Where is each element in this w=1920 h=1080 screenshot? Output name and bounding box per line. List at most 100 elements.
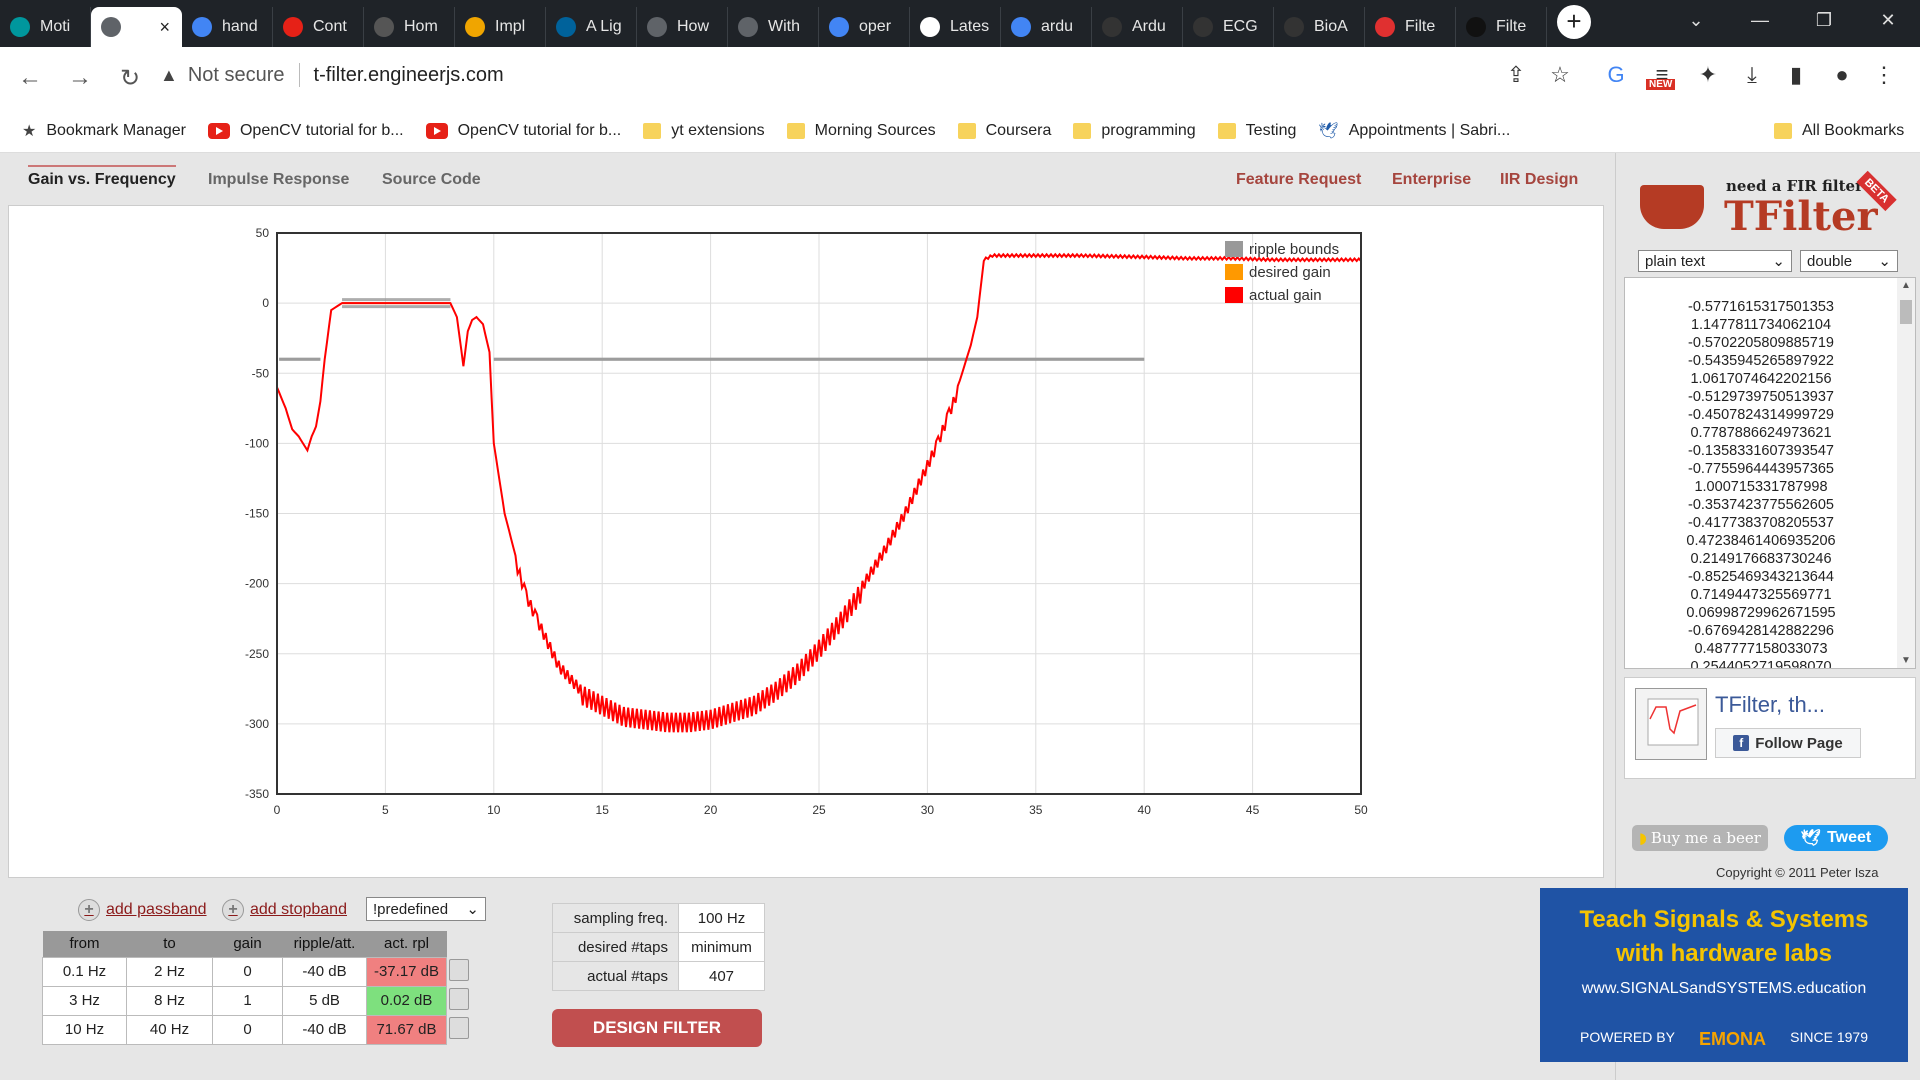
ad-headline-line1: Teach Signals & Systems <box>1579 906 1869 933</box>
tab-gain-vs-frequency[interactable]: Gain vs. Frequency <box>28 165 176 189</box>
band-cell-from[interactable]: 10 Hz <box>42 1014 127 1045</box>
coefficient-value: 0.7787886624973621 <box>1690 425 1832 441</box>
scroll-thumb[interactable] <box>1900 300 1912 324</box>
output-format-select[interactable]: plain text ⌄ <box>1638 250 1792 272</box>
tab-source-code[interactable]: Source Code <box>382 171 481 189</box>
tab-favicon-icon <box>283 17 303 37</box>
coefficient-value: -0.7755964443957365 <box>1688 461 1834 477</box>
facebook-page-title[interactable]: TFilter, th... <box>1715 692 1825 718</box>
design-filter-button[interactable]: DESIGN FILTER <box>552 1009 762 1047</box>
scroll-up-icon[interactable]: ▲ <box>1901 280 1911 291</box>
add-passband-link[interactable]: + add passband <box>78 899 207 921</box>
band-cell-gain[interactable]: 0 <box>212 956 283 987</box>
band-cell-to[interactable]: 40 Hz <box>126 1014 213 1045</box>
signals-systems-ad[interactable]: Teach Signals & Systems with hardware la… <box>1540 888 1908 1062</box>
tab-search-icon[interactable]: ⌄ <box>1664 0 1728 40</box>
download-icon[interactable]: ⤓ <box>1734 57 1770 93</box>
band-cell-from[interactable]: 0.1 Hz <box>42 956 127 987</box>
param-row: sampling freq. 100 Hz <box>552 903 765 933</box>
bookmark-item[interactable]: OpenCV tutorial for b... <box>207 122 404 140</box>
predefined-select[interactable]: !predefined ⌄ <box>366 897 486 921</box>
bookmark-label: yt extensions <box>671 121 765 139</box>
browser-tab[interactable]: BioA <box>1274 7 1365 47</box>
menu-kebab-icon[interactable]: ⋮ <box>1866 57 1902 93</box>
bookmark-item[interactable]: Testing <box>1217 122 1296 140</box>
ad-headline-line2: with hardware labs <box>1615 940 1833 967</box>
trash-icon[interactable] <box>448 958 469 981</box>
band-cell-gain[interactable]: 1 <box>212 985 283 1016</box>
browser-tab[interactable]: ardu <box>1001 7 1092 47</box>
browser-tab[interactable]: With <box>728 7 819 47</box>
close-window-icon[interactable]: ✕ <box>1856 0 1920 40</box>
side-panel-icon[interactable]: ▮ <box>1778 57 1814 93</box>
browser-tab[interactable]: Lates <box>910 7 1001 47</box>
profile-avatar[interactable]: ● <box>1824 57 1860 93</box>
add-stopband-link[interactable]: + add stopband <box>222 899 347 921</box>
beer-icon: ◗ <box>1639 829 1647 847</box>
folder-icon <box>957 122 976 139</box>
tweet-button[interactable]: 🕊 Tweet <box>1784 825 1888 851</box>
reload-icon[interactable]: ↻ <box>110 58 150 98</box>
translate-extension-icon[interactable]: G <box>1598 57 1634 93</box>
share-icon[interactable]: ⇪ <box>1498 57 1534 93</box>
follow-label: Follow Page <box>1755 734 1843 752</box>
browser-tab[interactable]: ECG <box>1183 7 1274 47</box>
address-bar[interactable]: ▲ Not secure t-filter.engineerjs.com <box>160 53 1560 97</box>
band-cell-ripple[interactable]: -40 dB <box>282 956 367 987</box>
tab-title: oper <box>859 18 892 35</box>
coefficients-textarea[interactable]: -0.5771615317501353 1.1477811734062104 -0.… <box>1624 277 1916 669</box>
browser-tab[interactable]: Impl <box>455 7 546 47</box>
bookmark-item[interactable]: programming <box>1073 122 1196 140</box>
back-icon[interactable]: ← <box>10 58 50 98</box>
enterprise-link[interactable]: Enterprise <box>1392 171 1471 189</box>
band-cell-ripple[interactable]: -40 dB <box>282 1014 367 1045</box>
coefficients-scrollbar[interactable]: ▲ ▼ <box>1897 278 1915 668</box>
tfilter-logo[interactable]: need a FIR filter? TFilter BETA <box>1636 165 1901 240</box>
band-cell-to[interactable]: 2 Hz <box>126 956 213 987</box>
maximize-icon[interactable]: ❐ <box>1792 0 1856 40</box>
band-cell-gain[interactable]: 0 <box>212 1014 283 1045</box>
extensions-puzzle-icon[interactable]: ✦ <box>1690 57 1726 93</box>
follow-page-button[interactable]: f Follow Page <box>1715 728 1861 758</box>
page-thumbnail[interactable] <box>1635 688 1707 760</box>
band-cell-to[interactable]: 8 Hz <box>126 985 213 1016</box>
scroll-down-icon[interactable]: ▼ <box>1901 655 1911 666</box>
band-cell-ripple[interactable]: 5 dB <box>282 985 367 1016</box>
tab-impulse-response[interactable]: Impulse Response <box>208 171 349 189</box>
browser-tab[interactable]: Filte <box>1456 7 1547 47</box>
all-bookmarks[interactable]: All Bookmarks <box>1774 122 1904 140</box>
bookmark-item[interactable]: 🕊 Appointments | Sabri... <box>1318 121 1510 141</box>
browser-tab[interactable]: How <box>637 7 728 47</box>
param-value-field[interactable]: 100 Hz <box>678 903 765 933</box>
browser-tab[interactable]: Moti <box>0 7 91 47</box>
bookmark-label: Coursera <box>985 121 1052 139</box>
browser-tab[interactable]: Hom <box>364 7 455 47</box>
param-value-field[interactable]: minimum <box>678 932 765 962</box>
browser-tab[interactable]: A Lig <box>546 7 637 47</box>
bookmark-star-icon[interactable]: ☆ <box>1542 57 1578 93</box>
new-tab-button[interactable]: + <box>1557 4 1591 39</box>
browser-tab[interactable]: oper <box>819 7 910 47</box>
bookmark-item[interactable]: OpenCV tutorial for b... <box>425 122 621 140</box>
close-tab-icon[interactable]: × <box>159 17 170 38</box>
feature-request-link[interactable]: Feature Request <box>1236 171 1361 189</box>
trash-icon[interactable] <box>448 987 469 1010</box>
number-type-select[interactable]: double ⌄ <box>1800 250 1898 272</box>
browser-tab[interactable]: Cont <box>273 7 364 47</box>
minimize-icon[interactable]: — <box>1728 0 1792 40</box>
trash-icon[interactable] <box>448 1016 469 1039</box>
bookmark-item[interactable]: Morning Sources <box>786 122 936 140</box>
tab-favicon-icon <box>647 17 667 37</box>
forward-icon[interactable]: → <box>60 58 100 98</box>
browser-tab[interactable]: Ardu <box>1092 7 1183 47</box>
bookmark-item[interactable]: ★ Bookmark Manager <box>22 121 186 141</box>
browser-tab[interactable]: Filte <box>1365 7 1456 47</box>
browser-tab[interactable]: × <box>91 7 182 47</box>
band-cell-from[interactable]: 3 Hz <box>42 985 127 1016</box>
bookmark-item[interactable]: Coursera <box>957 121 1052 140</box>
buy-me-a-beer-button[interactable]: ◗ Buy me a beer <box>1632 825 1768 851</box>
browser-tab[interactable]: hand <box>182 7 273 47</box>
extension-new-icon[interactable]: NEW ≡ <box>1644 57 1680 93</box>
iir-design-link[interactable]: IIR Design <box>1500 171 1578 189</box>
bookmark-item[interactable]: yt extensions <box>643 121 765 140</box>
